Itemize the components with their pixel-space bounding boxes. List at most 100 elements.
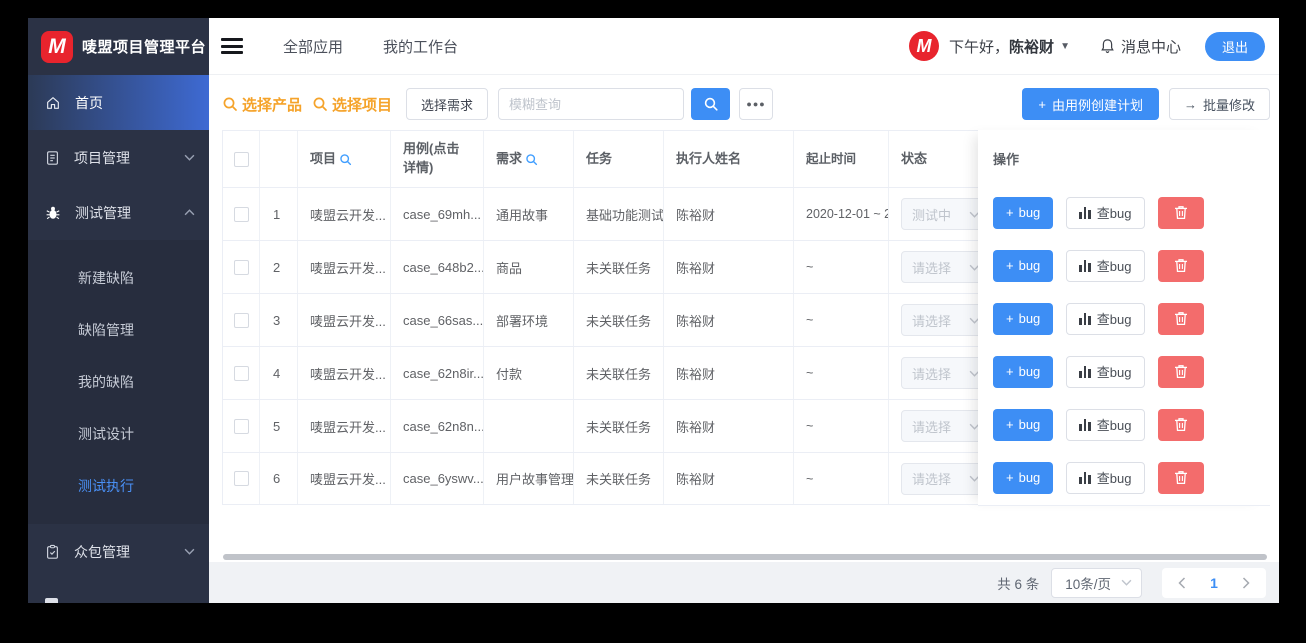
sidebar-item-test-mgmt[interactable]: 测试管理: [28, 185, 209, 240]
prev-page-button[interactable]: [1166, 576, 1198, 589]
sidebar-item-truncated[interactable]: ▃▃▃▃: [28, 579, 209, 603]
document-icon: [47, 150, 58, 165]
view-bug-button[interactable]: 查bug: [1066, 461, 1145, 494]
sidebar-subitem-defect-mgmt[interactable]: 缺陷管理: [28, 304, 209, 356]
chevron-up-icon: [184, 209, 195, 216]
add-bug-button[interactable]: + bug: [993, 408, 1054, 441]
row-case-link[interactable]: case_69mh...: [391, 188, 484, 240]
tab-my-workbench[interactable]: 我的工作台: [383, 36, 458, 57]
row-case-link[interactable]: case_62n8ir...: [391, 347, 484, 399]
select-project-filter[interactable]: 选择项目: [312, 94, 392, 115]
select-product-filter[interactable]: 选择产品: [222, 94, 302, 115]
row-checkbox[interactable]: [233, 418, 249, 434]
row-case-link[interactable]: case_66sas...: [391, 294, 484, 346]
add-bug-button[interactable]: + bug: [993, 249, 1054, 282]
delete-button[interactable]: [1157, 249, 1204, 282]
row-checkbox[interactable]: [233, 471, 249, 486]
toolbar-actions: + 由用例创建计划 → 批量修改: [1022, 88, 1270, 120]
horizontal-scrollbar[interactable]: [223, 554, 1267, 560]
select-requirement-button[interactable]: 选择需求: [406, 88, 489, 120]
search-icon: [704, 97, 718, 111]
row-case-link[interactable]: case_6yswv...: [391, 453, 484, 504]
delete-button[interactable]: [1157, 408, 1204, 441]
add-bug-button[interactable]: + bug: [993, 196, 1054, 229]
view-bug-label: 查bug: [1096, 471, 1132, 486]
status-select[interactable]: 请选择: [901, 357, 989, 389]
current-page[interactable]: 1: [1198, 575, 1230, 591]
add-bug-button[interactable]: + bug: [993, 302, 1054, 335]
sidebar-item-project-mgmt[interactable]: 项目管理: [28, 130, 209, 185]
select-all-checkbox[interactable]: [233, 151, 249, 167]
sidebar-subitem-new-defect[interactable]: 新建缺陷: [28, 252, 209, 304]
row-checkbox[interactable]: [233, 365, 249, 381]
next-page-button[interactable]: [1230, 576, 1262, 589]
row-checkbox[interactable]: [233, 312, 249, 328]
batch-edit-button[interactable]: → 批量修改: [1168, 88, 1270, 120]
row-project: 唛盟云开发...: [298, 400, 391, 452]
more-filters-button[interactable]: ●●●: [739, 88, 774, 120]
status-select[interactable]: 请选择: [901, 304, 989, 336]
row-checkbox[interactable]: [233, 206, 249, 222]
sidebar-item-crowd-mgmt[interactable]: 众包管理: [28, 524, 209, 579]
row-case-link[interactable]: case_62n8n...: [391, 400, 484, 452]
batch-edit-label: 批量修改: [1202, 97, 1255, 113]
sidebar-subitem-test-design[interactable]: 测试设计: [28, 408, 209, 460]
view-bug-label: 查bug: [1096, 206, 1132, 221]
search-button[interactable]: [691, 88, 731, 120]
bar-chart-icon: [1079, 365, 1091, 378]
index-header: [260, 131, 298, 187]
row-requirement: 用户故事管理: [484, 453, 574, 504]
select-product-label: 选择产品: [242, 96, 303, 114]
status-value: 请选择: [912, 313, 952, 329]
search-icon[interactable]: [525, 153, 538, 166]
row-date-range: 2020-12-01 ~ 20: [794, 188, 889, 240]
view-bug-button[interactable]: 查bug: [1066, 249, 1145, 282]
view-bug-button[interactable]: 查bug: [1066, 302, 1145, 335]
sidebar-item-home[interactable]: 首页: [28, 75, 209, 130]
sidebar-subitem-my-defects[interactable]: 我的缺陷: [28, 356, 209, 408]
delete-button[interactable]: [1157, 302, 1204, 335]
row-requirement: 通用故事: [484, 188, 574, 240]
user-caret-icon[interactable]: ▼: [1060, 41, 1070, 52]
total-count: 共 6 条: [997, 576, 1040, 592]
delete-button[interactable]: [1157, 355, 1204, 388]
row-actions: + bug 查bug: [978, 239, 1270, 292]
delete-button[interactable]: [1157, 461, 1204, 494]
row-task: 基础功能测试: [574, 188, 664, 240]
hamburger-menu-icon[interactable]: [221, 38, 243, 54]
requirement-header[interactable]: 需求: [484, 131, 574, 187]
search-icon[interactable]: [339, 153, 352, 166]
tab-all-apps[interactable]: 全部应用: [283, 36, 343, 57]
home-icon: [47, 96, 59, 109]
test-mgmt-submenu: 新建缺陷 缺陷管理 我的缺陷 测试设计 测试执行: [28, 240, 209, 524]
status-select[interactable]: 请选择: [901, 251, 989, 283]
view-bug-button[interactable]: 查bug: [1066, 408, 1145, 441]
sidebar-item-label: 首页: [75, 94, 103, 111]
status-select[interactable]: 测试中: [901, 198, 989, 230]
add-bug-button[interactable]: + bug: [993, 461, 1054, 494]
message-center-link[interactable]: 消息中心: [1100, 36, 1181, 57]
project-header[interactable]: 项目: [298, 131, 391, 187]
project-header-label: 项目: [310, 150, 337, 166]
avatar[interactable]: M: [909, 31, 940, 61]
sidebar-item-label: 项目管理: [74, 149, 130, 166]
trash-icon: [1174, 365, 1187, 379]
search-icon: [313, 97, 327, 111]
sidebar-subitem-test-execution[interactable]: 测试执行: [28, 460, 209, 512]
view-bug-button[interactable]: 查bug: [1066, 355, 1145, 388]
row-checkbox[interactable]: [233, 259, 249, 275]
row-project: 唛盟云开发...: [298, 241, 391, 293]
status-select[interactable]: 请选择: [901, 462, 989, 495]
status-value: 请选择: [912, 366, 952, 382]
fuzzy-search-input[interactable]: [498, 88, 685, 120]
view-bug-button[interactable]: 查bug: [1066, 196, 1145, 229]
create-plan-button[interactable]: + 由用例创建计划: [1022, 88, 1159, 120]
add-bug-button[interactable]: + bug: [993, 355, 1054, 388]
row-executor: 陈裕财: [664, 453, 794, 504]
page-size-select[interactable]: 10条/页: [1051, 567, 1142, 598]
delete-button[interactable]: [1157, 196, 1204, 229]
logout-button[interactable]: 退出: [1204, 31, 1265, 61]
logo-area: M 唛盟项目管理平台: [28, 18, 209, 75]
status-select[interactable]: 请选择: [901, 410, 989, 442]
row-case-link[interactable]: case_648b2...: [391, 241, 484, 293]
